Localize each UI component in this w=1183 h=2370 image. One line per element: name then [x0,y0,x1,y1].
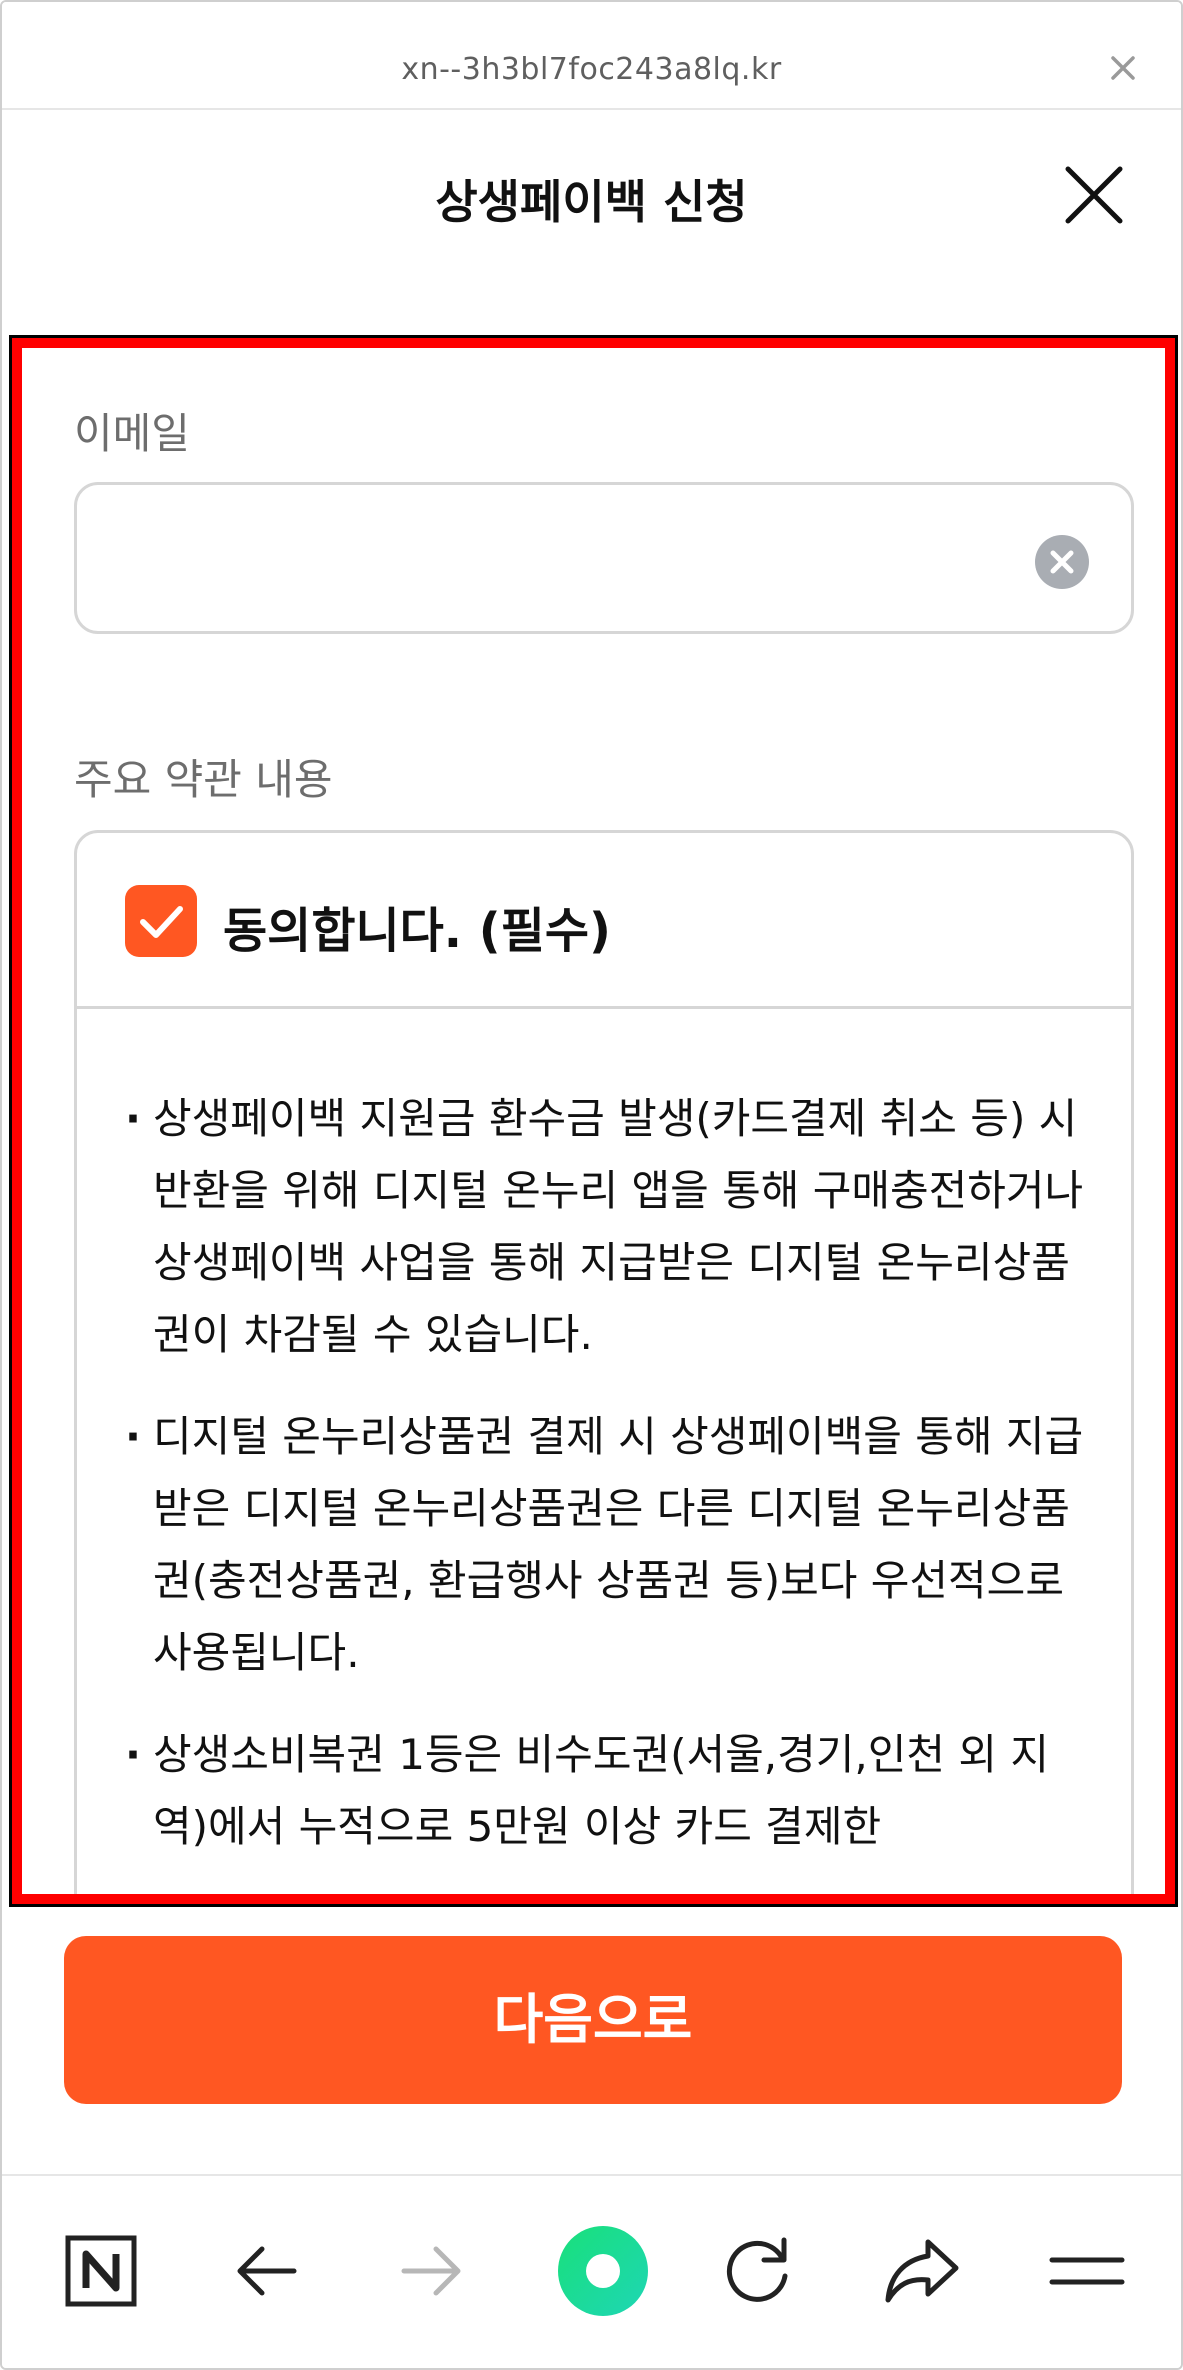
highlighted-form-region: 이메일 주요 약관 내용 동의합니다. (필수) · 상생페이백 지원금 환수금… [9,335,1178,1907]
menu-icon[interactable] [1032,2216,1142,2326]
agree-row[interactable]: 동의합니다. (필수) [77,833,1131,1009]
browser-toolbar [2,2174,1181,2368]
close-icon[interactable] [1063,164,1125,226]
agree-checkbox[interactable] [125,885,197,957]
terms-box: 동의합니다. (필수) 상생페이백 지원금 환수금 발생(카드결제 취소 등) … [74,830,1134,1894]
email-input[interactable] [107,485,1027,631]
back-arrow-icon[interactable] [212,2216,322,2326]
app-frame: xn--3h3bl7foc243a8lq.kr 상생페이백 신청 이메일 주요 … [0,0,1183,2370]
record-icon[interactable] [538,2206,668,2336]
page-title: 상생페이백 신청 [435,175,748,229]
form-scroll-area[interactable]: 이메일 주요 약관 내용 동의합니다. (필수) · 상생페이백 지원금 환수금… [22,348,1165,1894]
terms-item: 상생소비복권 1등은 비수도권(서울,경기,인천 외 지역)에서 누적으로 5만… [125,1719,1091,1863]
url-close-icon[interactable] [1109,54,1137,82]
refresh-icon[interactable] [702,2216,812,2326]
naver-icon[interactable] [46,2216,156,2326]
checkmark-icon [140,906,183,938]
page-header: 상생페이백 신청 [2,110,1181,280]
email-label: 이메일 [74,409,190,458]
next-button[interactable]: 다음으로 [64,1936,1122,2104]
terms-label: 주요 약관 내용 [74,755,333,804]
url-text[interactable]: xn--3h3bl7foc243a8lq.kr [2,52,1181,87]
terms-item: 상생페이백 지원금 환수금 발생(카드결제 취소 등) 시 반환을 위해 디지털… [125,1083,1091,1371]
terms-body: 상생페이백 지원금 환수금 발생(카드결제 취소 등) 시 반환을 위해 디지털… [77,1009,1131,1893]
clear-input-icon[interactable] [1035,535,1089,589]
terms-item: 디지털 온누리상품권 결제 시 상생페이백을 통해 지급받은 디지털 온누리상품… [125,1401,1091,1689]
agree-label[interactable]: 동의합니다. (필수) [223,891,611,961]
forward-arrow-icon[interactable] [376,2216,486,2326]
email-field[interactable] [74,482,1134,634]
share-icon[interactable] [866,2216,976,2326]
url-bar[interactable]: xn--3h3bl7foc243a8lq.kr [2,2,1181,110]
